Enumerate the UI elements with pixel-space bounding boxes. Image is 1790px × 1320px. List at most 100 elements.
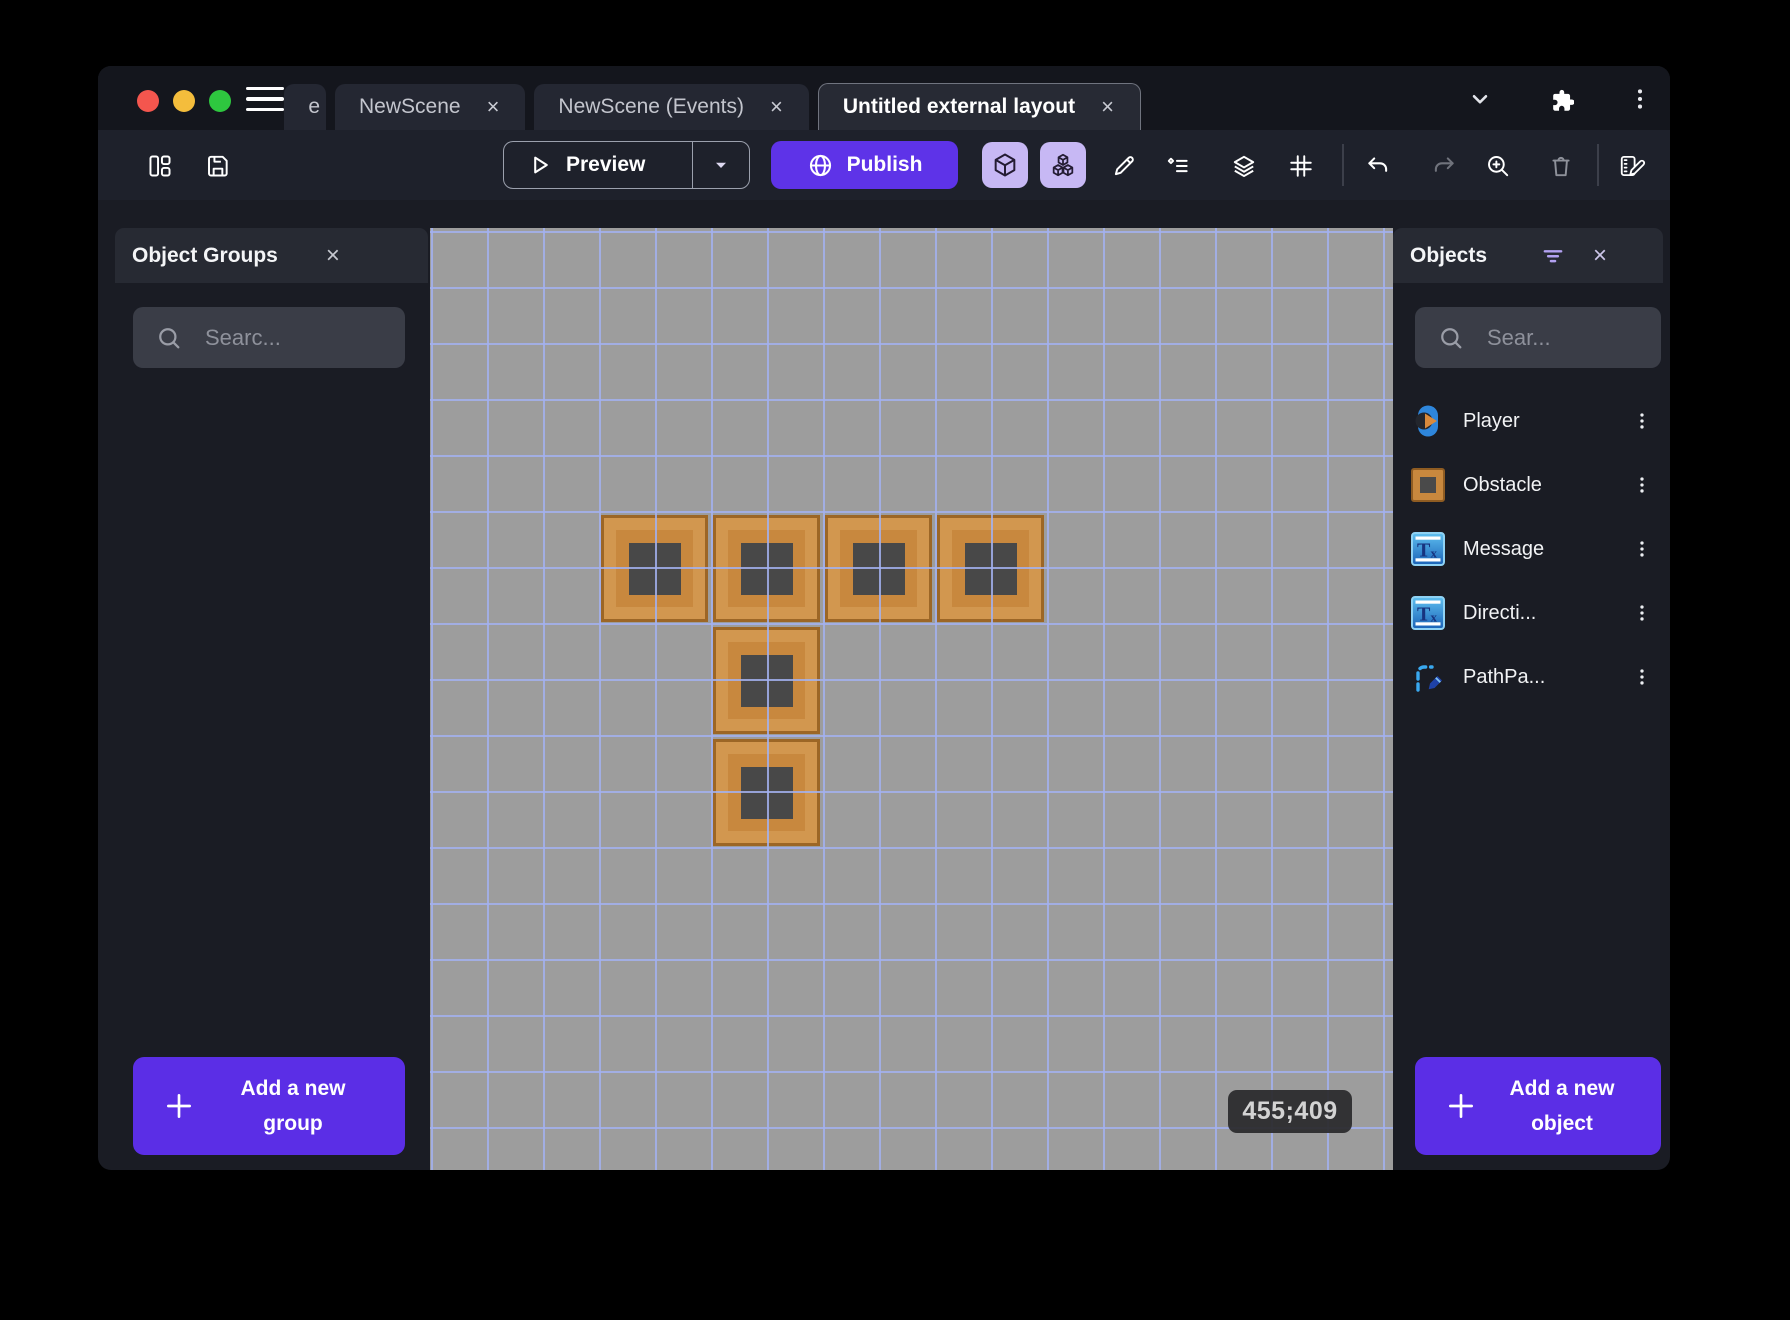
boxes-stack-view-button[interactable] bbox=[1040, 142, 1086, 188]
cursor-coordinates-badge: 455;409 bbox=[1228, 1090, 1352, 1133]
tab-e[interactable]: e bbox=[284, 84, 326, 130]
tab-label: NewScene bbox=[359, 95, 461, 119]
svg-text:x: x bbox=[1431, 610, 1438, 625]
chevron-down-icon bbox=[1467, 86, 1493, 112]
object-label: Obstacle bbox=[1463, 474, 1629, 497]
traffic-light-maximize[interactable] bbox=[209, 90, 231, 112]
undo-button[interactable] bbox=[1365, 153, 1389, 177]
kebab-menu-icon bbox=[1631, 666, 1653, 688]
plus-icon bbox=[1445, 1090, 1477, 1122]
close-objects-icon[interactable]: × bbox=[1593, 244, 1607, 268]
text-object-icon: Tx bbox=[1410, 595, 1446, 631]
kebab-menu-icon bbox=[1627, 86, 1653, 112]
kebab-menu-icon bbox=[1631, 410, 1653, 432]
delete-button[interactable] bbox=[1548, 153, 1572, 177]
tab-close-icon[interactable]: × bbox=[768, 94, 785, 120]
more-options-button[interactable] bbox=[1626, 85, 1654, 113]
scene-canvas[interactable]: 455;409 bbox=[430, 228, 1393, 1170]
search-icon bbox=[155, 324, 183, 352]
main-menu-button[interactable] bbox=[246, 87, 284, 111]
obstacle-instance[interactable] bbox=[825, 515, 932, 622]
redo-button[interactable] bbox=[1431, 153, 1455, 177]
filter-icon[interactable] bbox=[1539, 242, 1567, 270]
instances-list-button[interactable] bbox=[1165, 153, 1189, 177]
add-group-label-line2: group bbox=[195, 1106, 391, 1141]
traffic-light-close[interactable] bbox=[137, 90, 159, 112]
object-label: Message bbox=[1463, 538, 1629, 561]
edit-button[interactable] bbox=[1111, 153, 1135, 177]
puzzle-icon bbox=[1547, 86, 1574, 113]
object-menu-button[interactable] bbox=[1629, 595, 1655, 631]
obstacle-instance[interactable] bbox=[937, 515, 1044, 622]
kebab-menu-icon bbox=[1631, 602, 1653, 624]
cube-icon bbox=[991, 151, 1019, 179]
titlebar: eNewScene×NewScene (Events)×Untitled ext… bbox=[98, 66, 1670, 130]
traffic-light-minimize[interactable] bbox=[173, 90, 195, 112]
extensions-button[interactable] bbox=[1546, 85, 1574, 113]
svg-text:T: T bbox=[1417, 540, 1431, 562]
obstacle-instance[interactable] bbox=[713, 627, 820, 734]
objects-search-input[interactable] bbox=[1485, 324, 1646, 352]
obstacle-instance[interactable] bbox=[601, 515, 708, 622]
object-row-pathpa[interactable]: PathPa... bbox=[1393, 645, 1663, 709]
zoom-in-button[interactable] bbox=[1485, 153, 1509, 177]
tab-newscene-events[interactable]: NewScene (Events) × bbox=[534, 84, 808, 130]
tab-untitled-external-layout[interactable]: Untitled external layout × bbox=[818, 83, 1141, 130]
tab-label: e bbox=[308, 95, 320, 119]
preview-dropdown-button[interactable] bbox=[692, 142, 749, 188]
tab-newscene[interactable]: NewScene × bbox=[335, 84, 525, 130]
add-object-button[interactable]: Add a new object bbox=[1415, 1057, 1661, 1155]
objects-title: Objects bbox=[1410, 244, 1487, 268]
object-label: PathPa... bbox=[1463, 666, 1629, 689]
add-group-button[interactable]: Add a new group bbox=[133, 1057, 405, 1155]
object-row-message[interactable]: Tx Message bbox=[1393, 517, 1663, 581]
tab-close-icon[interactable]: × bbox=[485, 94, 502, 120]
object-groups-search-input[interactable] bbox=[203, 324, 382, 352]
add-object-label-line2: object bbox=[1477, 1106, 1647, 1141]
object-row-obstacle[interactable]: Obstacle bbox=[1393, 453, 1663, 517]
object-menu-button[interactable] bbox=[1629, 403, 1655, 439]
preview-label: Preview bbox=[566, 153, 645, 177]
redo-icon bbox=[1431, 153, 1457, 179]
kebab-menu-icon bbox=[1631, 538, 1653, 560]
preview-button[interactable]: Preview bbox=[503, 141, 750, 189]
globe-icon bbox=[807, 152, 834, 179]
obstacle-instance[interactable] bbox=[713, 739, 820, 846]
screen: eNewScene×NewScene (Events)×Untitled ext… bbox=[0, 0, 1790, 1320]
tabs-overflow-button[interactable] bbox=[1466, 85, 1494, 113]
layers-icon bbox=[1231, 153, 1257, 179]
pencil-icon bbox=[1111, 153, 1137, 179]
text-object-icon: Tx bbox=[1410, 531, 1446, 567]
player-icon bbox=[1410, 403, 1446, 439]
obstacle-instance[interactable] bbox=[713, 515, 820, 622]
save-icon bbox=[205, 153, 231, 179]
save-button[interactable] bbox=[205, 153, 229, 177]
add-group-label-line1: Add a new bbox=[195, 1071, 391, 1106]
obstacle-icon bbox=[1410, 467, 1446, 503]
tab-label: NewScene (Events) bbox=[558, 95, 744, 119]
tab-strip: eNewScene×NewScene (Events)×Untitled ext… bbox=[284, 84, 1141, 130]
trash-icon bbox=[1548, 153, 1574, 179]
close-object-groups-icon[interactable]: × bbox=[326, 244, 340, 268]
toolbar-divider bbox=[1342, 144, 1344, 186]
box-3d-view-button[interactable] bbox=[982, 142, 1028, 188]
object-groups-title: Object Groups bbox=[132, 244, 278, 268]
caret-down-icon bbox=[709, 153, 733, 177]
object-row-player[interactable]: Player bbox=[1393, 389, 1663, 453]
layers-button[interactable] bbox=[1231, 153, 1255, 177]
tab-label: Untitled external layout bbox=[843, 95, 1075, 119]
properties-editor-button[interactable] bbox=[1618, 153, 1648, 177]
grid-icon bbox=[1288, 153, 1314, 179]
undo-icon bbox=[1365, 153, 1391, 179]
cubes-icon bbox=[1049, 151, 1077, 179]
object-menu-button[interactable] bbox=[1629, 531, 1655, 567]
object-menu-button[interactable] bbox=[1629, 659, 1655, 695]
publish-button[interactable]: Publish bbox=[771, 141, 958, 189]
svg-text:T: T bbox=[1417, 604, 1431, 626]
object-row-directi[interactable]: TxDirecti... bbox=[1393, 581, 1663, 645]
grid-button[interactable] bbox=[1288, 153, 1312, 177]
project-manager-button[interactable] bbox=[147, 153, 171, 177]
object-menu-button[interactable] bbox=[1629, 467, 1655, 503]
object-label: Player bbox=[1463, 410, 1629, 433]
tab-close-icon[interactable]: × bbox=[1099, 94, 1116, 120]
